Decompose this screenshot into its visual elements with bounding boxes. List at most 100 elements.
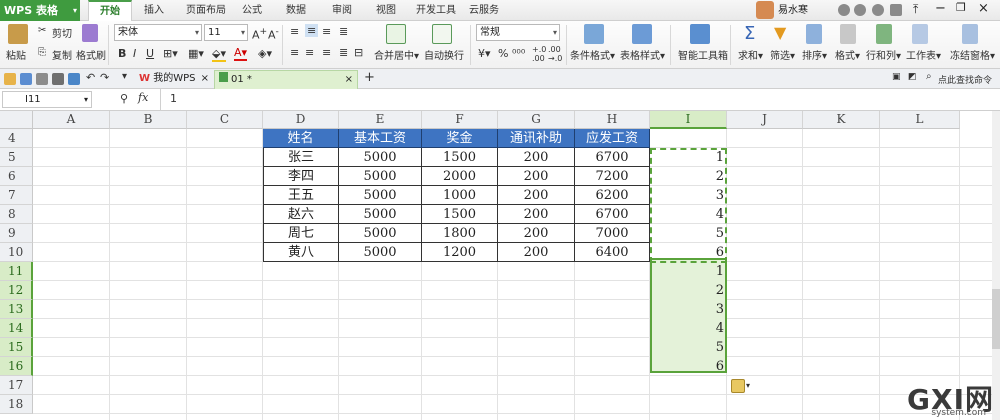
name-box[interactable]: I11 ▾ [2, 91, 92, 108]
wrap-text-icon[interactable] [432, 24, 452, 44]
table-cell[interactable]: 6400 [575, 243, 650, 262]
row-header-15[interactable]: 15 [0, 338, 33, 357]
table-style-icon[interactable] [632, 24, 652, 44]
new-tab-icon[interactable]: + [364, 70, 375, 85]
filter-button[interactable]: 筛选▾ [770, 47, 795, 62]
align-bottom-icon[interactable]: ≡ [322, 25, 331, 38]
column-header-f[interactable]: F [422, 111, 498, 129]
column-i-cell[interactable]: 5 [650, 224, 727, 243]
worksheet-icon[interactable] [912, 24, 928, 44]
row-header-13[interactable]: 13 [0, 300, 33, 319]
restore-icon[interactable]: ❐ [956, 1, 966, 14]
italic-icon[interactable]: I [133, 47, 136, 60]
column-i-cell[interactable]: 4 [650, 205, 727, 224]
chevron-down-icon[interactable]: ▾ [746, 381, 750, 390]
format-button[interactable]: 格式▾ [835, 47, 860, 62]
decrease-decimal-icon[interactable]: .00 →.0 [548, 45, 562, 63]
cut-button[interactable]: 剪切 [52, 25, 72, 40]
scrollbar-thumb[interactable] [992, 289, 1000, 349]
collapse-ribbon-icon[interactable]: ⤒ [913, 2, 918, 17]
avatar[interactable] [756, 1, 774, 19]
column-i-cell[interactable]: 1 [650, 262, 727, 281]
table-cell[interactable]: 1000 [422, 186, 498, 205]
currency-icon[interactable]: ¥▾ [478, 47, 491, 60]
user-name[interactable]: 易水寒 [778, 0, 808, 21]
row-header-11[interactable]: 11 [0, 262, 33, 281]
column-i-cell[interactable]: 2 [650, 281, 727, 300]
print-preview-icon[interactable] [36, 73, 48, 85]
open-icon[interactable] [4, 73, 16, 85]
row-header-4[interactable]: 4 [0, 129, 33, 148]
menu-tab-review[interactable]: 审阅 [326, 0, 358, 21]
table-cell[interactable]: 200 [498, 224, 575, 243]
conditional-format-icon[interactable] [584, 24, 604, 44]
align-middle-icon[interactable]: ≡ [305, 24, 319, 37]
font-name-select[interactable]: 宋体 ▾ [114, 24, 202, 41]
increase-decimal-icon[interactable]: +.0.00 [532, 45, 546, 63]
export-pdf-icon[interactable] [68, 73, 80, 85]
zoom-icon[interactable]: ⚲ [120, 92, 128, 105]
row-header-8[interactable]: 8 [0, 205, 33, 224]
freeze-panes-button[interactable]: 冻结窗格▾ [950, 47, 995, 62]
menu-tab-formulas[interactable]: 公式 [237, 0, 267, 21]
table-cell[interactable]: 1200 [422, 243, 498, 262]
justify-icon[interactable]: ≣ [339, 46, 348, 59]
table-cell[interactable]: 5000 [339, 148, 422, 167]
row-header-7[interactable]: 7 [0, 186, 33, 205]
bold-icon[interactable]: B [118, 47, 126, 60]
menu-tab-developer[interactable]: 开发工具 [412, 0, 460, 21]
search-icon[interactable]: ⌕ [926, 71, 932, 82]
row-header-5[interactable]: 5 [0, 148, 33, 167]
table-cell[interactable]: 赵六 [263, 205, 339, 224]
menu-tab-view[interactable]: 视图 [370, 0, 402, 21]
row-header-17[interactable]: 17 [0, 376, 33, 395]
table-cell[interactable]: 5000 [339, 205, 422, 224]
row-header-10[interactable]: 10 [0, 243, 33, 262]
merge-center-icon[interactable] [386, 24, 406, 44]
tab-document[interactable]: 01 * × [214, 70, 358, 89]
merge-cells-icon[interactable]: ▦▾ [188, 47, 204, 60]
window-mode-icon[interactable]: ▣ [892, 72, 901, 82]
table-cell[interactable]: 5000 [339, 186, 422, 205]
row-col-icon[interactable] [876, 24, 892, 44]
align-right-icon[interactable]: ≡ [322, 46, 331, 59]
table-cell[interactable]: 李四 [263, 167, 339, 186]
print-icon[interactable] [52, 73, 64, 85]
worksheet-button[interactable]: 工作表▾ [906, 47, 941, 62]
table-cell[interactable]: 7200 [575, 167, 650, 186]
paste-options-icon[interactable] [731, 379, 745, 393]
sum-icon[interactable]: Σ [744, 23, 755, 44]
align-left-icon[interactable]: ≡ [290, 46, 299, 59]
decrease-font-icon[interactable]: A- [268, 26, 279, 42]
skin-icon[interactable] [854, 4, 866, 16]
column-header-l[interactable]: L [880, 111, 960, 129]
smart-toolbox-button[interactable]: 智能工具箱 [678, 47, 728, 62]
column-header-a[interactable]: A [33, 111, 110, 129]
increase-font-icon[interactable]: A+ [252, 26, 267, 42]
column-header-d[interactable]: D [263, 111, 339, 129]
table-cell[interactable]: 黄八 [263, 243, 339, 262]
redo-icon[interactable]: ↷ [100, 71, 109, 84]
table-cell[interactable]: 6200 [575, 186, 650, 205]
table-cell[interactable]: 王五 [263, 186, 339, 205]
row-header-18[interactable]: 18 [0, 395, 33, 414]
column-i-cell[interactable]: 3 [650, 300, 727, 319]
table-cell[interactable]: 200 [498, 205, 575, 224]
table-cell[interactable]: 6700 [575, 148, 650, 167]
menu-tab-data[interactable]: 数据 [280, 0, 312, 21]
skin-small-icon[interactable]: ◩ [908, 72, 917, 82]
tab-home[interactable]: W 我的WPS × [135, 70, 213, 89]
smart-toolbox-icon[interactable] [690, 24, 710, 44]
command-search-input[interactable]: 点此查找命令 [938, 73, 992, 86]
table-style-button[interactable]: 表格样式▾ [620, 47, 665, 62]
filter-icon[interactable]: ▼ [774, 23, 786, 42]
row-header-16[interactable]: 16 [0, 357, 33, 376]
freeze-panes-icon[interactable] [962, 24, 978, 44]
column-header-g[interactable]: G [498, 111, 575, 129]
table-cell[interactable]: 200 [498, 243, 575, 262]
close-tab-icon[interactable]: × [345, 71, 353, 88]
row-col-button[interactable]: 行和列▾ [866, 47, 901, 62]
table-cell[interactable]: 张三 [263, 148, 339, 167]
menu-tab-page-layout[interactable]: 页面布局 [178, 0, 234, 21]
table-cell[interactable]: 200 [498, 167, 575, 186]
